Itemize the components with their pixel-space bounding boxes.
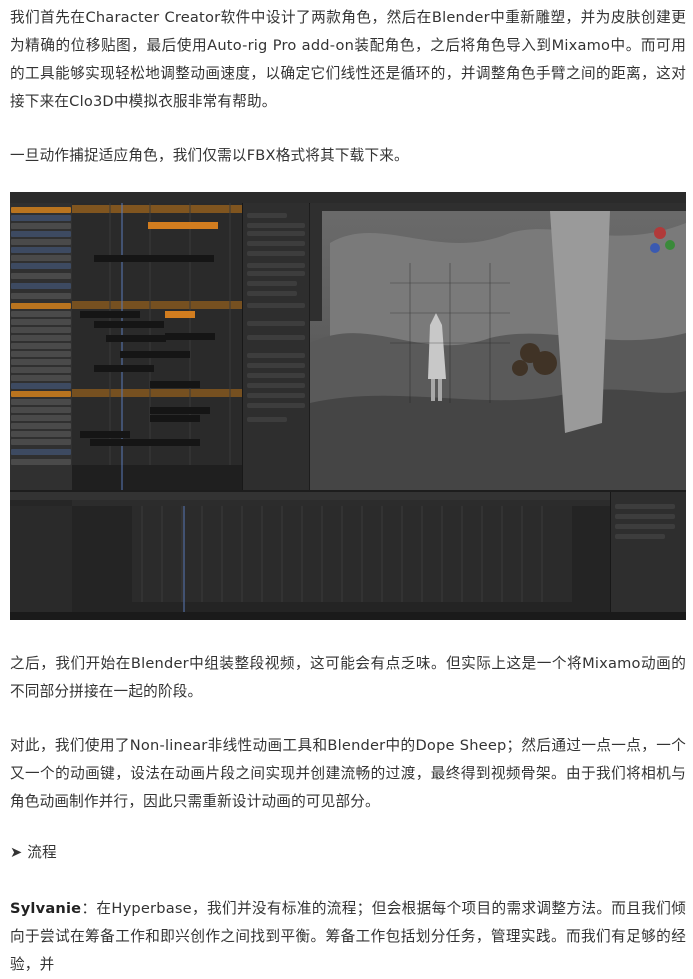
prop-field xyxy=(247,383,305,388)
paragraph-intro: 我们首先在Character Creator软件中设计了两款角色，然后在Blen… xyxy=(10,9,686,110)
paragraph-nla: 对此，我们使用了Non-linear非线性动画工具和Blender中的Dope … xyxy=(10,737,686,810)
nla-strip-area xyxy=(72,203,242,490)
prop-field xyxy=(247,213,287,218)
prop-field xyxy=(247,263,305,268)
prop-field xyxy=(247,353,305,358)
prop-field xyxy=(247,373,305,378)
prop-field xyxy=(247,363,305,368)
speaker-name: Sylvanie xyxy=(10,900,82,917)
nla-editor xyxy=(10,203,242,490)
prop-field xyxy=(247,271,305,276)
prop-field xyxy=(247,393,305,398)
prop-field xyxy=(615,504,675,509)
prop-field xyxy=(247,281,297,286)
prop-field xyxy=(615,514,675,519)
blender-screenshot xyxy=(10,192,686,620)
section-heading-process: ➤ 流程 xyxy=(10,844,57,861)
speaker-text: ：在Hyperbase，我们并没有标准的流程；但会根据每个项目的需求调整方法。而… xyxy=(10,900,686,973)
prop-field xyxy=(247,241,305,246)
prop-field xyxy=(247,403,305,408)
3d-viewport xyxy=(310,203,686,490)
dope-sheet-channels xyxy=(10,506,72,620)
dope-sheet-side-panel xyxy=(610,492,686,620)
paragraph-sylvanie: Sylvanie：在Hyperbase，我们并没有标准的流程；但会根据每个项目的… xyxy=(10,895,686,979)
dope-sheet-header xyxy=(10,492,610,500)
nla-properties-panel xyxy=(242,203,309,490)
prop-field xyxy=(247,231,305,236)
prop-field xyxy=(247,251,305,256)
prop-field xyxy=(615,534,665,539)
prop-field xyxy=(247,291,297,296)
prop-field xyxy=(247,335,305,340)
prop-field xyxy=(247,223,305,228)
prop-field xyxy=(615,524,675,529)
prop-field xyxy=(247,321,305,326)
prop-field xyxy=(247,417,287,422)
blender-status-bar xyxy=(10,612,686,620)
prop-field xyxy=(247,303,305,308)
paragraph-fbx: 一旦动作捕捉适应角色，我们仅需以FBX格式将其下载下来。 xyxy=(10,147,409,164)
dope-sheet-keys xyxy=(72,506,610,612)
paragraph-assembly: 之后，我们开始在Blender中组装整段视频，这可能会有点乏味。但实际上这是一个… xyxy=(10,655,686,700)
viewport-scene xyxy=(310,203,686,490)
dope-sheet xyxy=(10,492,610,620)
